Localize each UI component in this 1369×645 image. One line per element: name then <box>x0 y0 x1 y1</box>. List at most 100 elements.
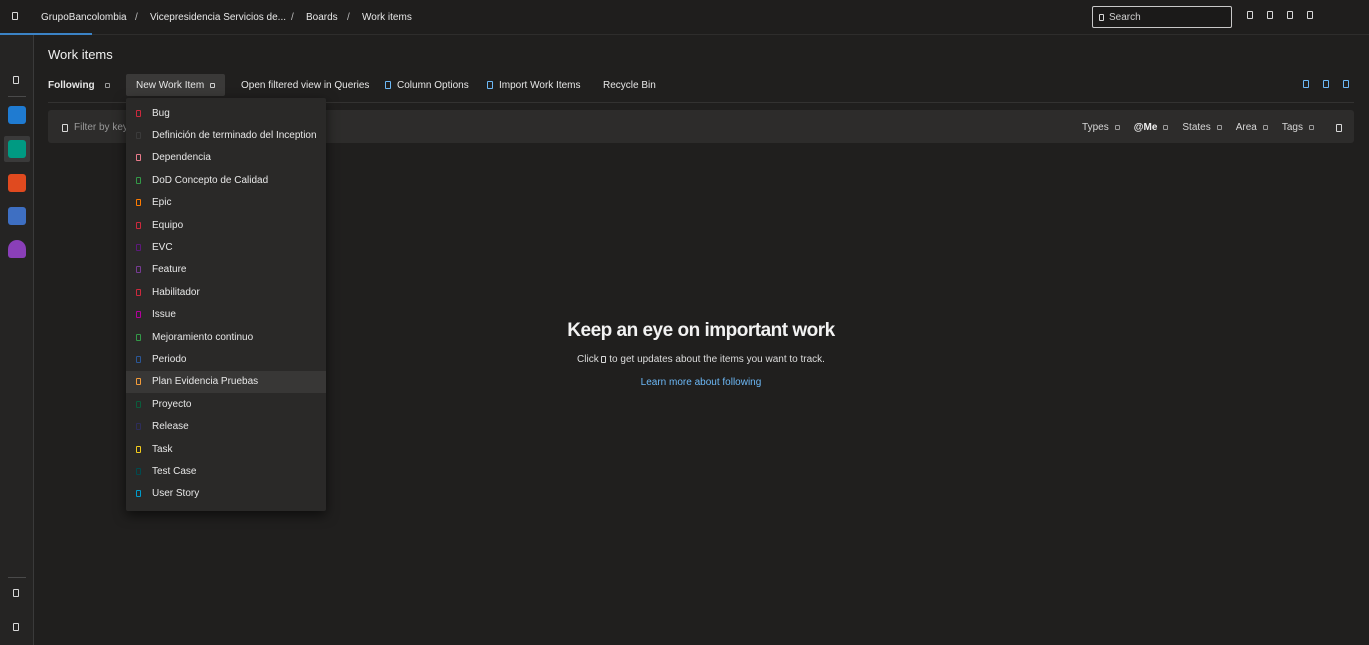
menu-item[interactable]: Issue <box>126 304 326 326</box>
menu-item[interactable]: Mejoramiento continuo <box>126 326 326 348</box>
breadcrumb-work-items[interactable]: Work items <box>362 12 412 23</box>
project-settings-icon[interactable] <box>13 589 19 597</box>
work-item-type-icon <box>136 199 141 207</box>
fullscreen-icon[interactable] <box>1343 80 1349 88</box>
work-items-nav[interactable] <box>4 136 30 162</box>
pipelines-icon[interactable] <box>8 207 26 225</box>
menu-item-label: Feature <box>152 264 187 276</box>
collapse-rail-icon[interactable] <box>13 623 19 631</box>
search-icon <box>1099 13 1104 21</box>
menu-item-label: Periodo <box>152 353 187 365</box>
chevron-down-icon <box>210 82 216 88</box>
work-item-type-icon <box>136 490 141 498</box>
work-item-type-icon <box>136 154 141 162</box>
recycle-bin-button[interactable]: Recycle Bin <box>603 74 656 96</box>
user-settings-icon[interactable] <box>1307 11 1313 19</box>
menu-item[interactable]: Periodo <box>126 348 326 370</box>
menu-item-label: Habilitador <box>152 286 200 298</box>
work-item-type-icon <box>136 109 141 117</box>
repos-icon[interactable] <box>8 174 26 192</box>
menu-item[interactable]: Dependencia <box>126 147 326 169</box>
filter-types-label: Types <box>1082 122 1109 133</box>
open-in-queries-button[interactable]: Open filtered view in Queries <box>241 74 369 96</box>
menu-item[interactable]: EVC <box>126 236 326 258</box>
menu-item-label: Issue <box>152 309 176 321</box>
filter-tags-label: Tags <box>1281 122 1303 133</box>
breadcrumb-project[interactable]: Vicepresidencia Servicios de... <box>150 12 286 23</box>
filter-me[interactable]: @Me <box>1134 122 1169 133</box>
shopping-bag-icon[interactable] <box>1267 11 1273 19</box>
menu-item[interactable]: Habilitador <box>126 281 326 303</box>
view-pivot-following[interactable]: Following <box>48 74 110 96</box>
search-input[interactable]: Search <box>1092 6 1232 28</box>
menu-item-label: Bug <box>152 107 170 119</box>
help-icon[interactable] <box>1287 11 1293 19</box>
menu-item[interactable]: Feature <box>126 259 326 281</box>
work-item-type-icon <box>136 333 141 341</box>
menu-item-label: Equipo <box>152 219 184 231</box>
empty-state-text-end: to get updates about the items you want … <box>609 354 825 365</box>
overview-icon[interactable] <box>13 76 19 84</box>
menu-item[interactable]: Bug <box>126 102 326 124</box>
test-plans-icon[interactable] <box>8 240 26 258</box>
filter-icon <box>62 123 68 132</box>
column-options-button[interactable]: Column Options <box>385 74 469 96</box>
filter-toggle-icon[interactable] <box>1303 80 1309 88</box>
view-settings-icon[interactable] <box>1323 80 1329 88</box>
follow-icon <box>601 355 607 363</box>
azure-devops-logo-icon[interactable] <box>12 12 18 20</box>
work-items-icon <box>8 140 26 158</box>
filter-states[interactable]: States <box>1182 122 1222 133</box>
work-item-type-icon <box>136 400 141 408</box>
new-work-item-label: New Work Item <box>136 79 205 91</box>
work-item-type-icon <box>136 244 141 252</box>
menu-item-label: Definición de terminado del Inception <box>152 130 317 142</box>
work-item-type-icon <box>136 423 141 431</box>
new-work-item-button[interactable]: New Work Item <box>126 74 226 96</box>
column-options-icon <box>385 81 391 89</box>
menu-item-label: EVC <box>152 242 173 254</box>
menu-item-label: Epic <box>152 197 172 209</box>
menu-item[interactable]: Task <box>126 438 326 460</box>
filter-tags[interactable]: Tags <box>1282 122 1314 133</box>
menu-item[interactable]: Plan Evidencia Pruebas <box>126 370 326 394</box>
filter-states-label: States <box>1182 122 1211 133</box>
breadcrumb-org[interactable]: GrupoBancolombia <box>41 12 127 23</box>
breadcrumb-separator: / <box>347 12 350 23</box>
menu-item[interactable]: Proyecto <box>126 393 326 415</box>
menu-item[interactable]: Epic <box>126 192 326 214</box>
filter-area[interactable]: Area <box>1236 122 1268 133</box>
menu-item[interactable]: DoD Concepto de Calidad <box>126 169 326 191</box>
view-options <box>1303 80 1349 88</box>
breadcrumb-separator: / <box>291 12 294 23</box>
filter-pills: Types @Me States Area Tags <box>1082 122 1342 133</box>
rail-divider <box>8 577 26 578</box>
menu-item-label: DoD Concepto de Calidad <box>152 174 269 186</box>
menu-item[interactable]: Release <box>126 415 326 437</box>
chevron-down-icon <box>1114 125 1120 130</box>
work-item-type-icon <box>136 176 141 184</box>
work-item-type-icon <box>136 266 141 274</box>
breadcrumb-boards[interactable]: Boards <box>306 12 338 23</box>
chevron-down-icon <box>1262 125 1268 130</box>
view-label: Following <box>48 79 95 91</box>
import-work-items-button[interactable]: Import Work Items <box>487 74 581 96</box>
filter-types[interactable]: Types <box>1082 122 1120 133</box>
import-work-items-label: Import Work Items <box>499 79 581 91</box>
chevron-down-icon <box>1309 125 1314 130</box>
menu-item[interactable]: Definición de terminado del Inception <box>126 124 326 146</box>
work-item-type-icon <box>136 221 141 229</box>
breadcrumb-separator: / <box>135 12 138 23</box>
chevron-down-icon <box>104 82 110 88</box>
menu-item-label: Release <box>152 421 189 433</box>
menu-item-label: Test Case <box>152 465 197 477</box>
menu-item[interactable]: Test Case <box>126 460 326 482</box>
menu-item[interactable]: User Story <box>126 483 326 505</box>
page-title: Work items <box>48 47 113 62</box>
menu-item-label: User Story <box>152 488 200 500</box>
menu-item[interactable]: Equipo <box>126 214 326 236</box>
clear-filter-icon[interactable] <box>1336 123 1342 132</box>
empty-state-text-start: Click <box>577 354 599 365</box>
settings-list-icon[interactable] <box>1247 11 1253 19</box>
boards-icon[interactable] <box>8 106 26 124</box>
